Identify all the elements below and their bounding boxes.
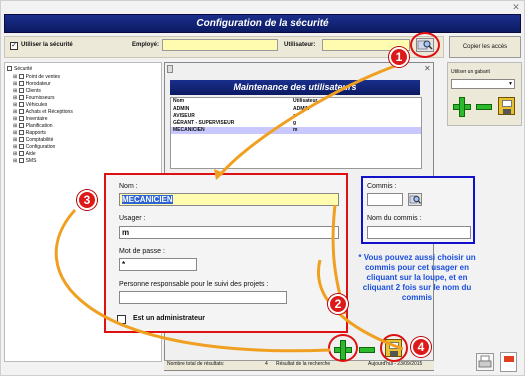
admin-label: Est un administrateur [133, 315, 205, 322]
dialog-close-icon[interactable]: ✕ [424, 64, 431, 73]
remove-template-button[interactable] [476, 104, 492, 110]
magnifier-icon [409, 195, 422, 204]
tree-item[interactable]: ⊞ Horodateur [13, 81, 51, 87]
report-icon[interactable] [500, 352, 517, 372]
annotation-note: * Vous pouvez aussi choisir un commis po… [358, 253, 476, 302]
tree-item[interactable]: ⊞ Inventaire [13, 116, 48, 122]
tree-item[interactable]: ⊞ Configuration [13, 144, 55, 150]
tree-item[interactable]: ⊞ Achats et Réceptions [13, 109, 73, 115]
dialog-app-icon [167, 65, 173, 73]
tree-item[interactable]: ⊞ Aide [13, 151, 36, 157]
tree-item-label: Fournisseurs [25, 95, 55, 101]
table-row-selected[interactable]: MECANICIEN m [171, 127, 421, 134]
tree-item[interactable]: ⊞ SMS [13, 158, 36, 164]
tree-item-label: Comptabilité [25, 137, 54, 143]
floppy-disk-icon [502, 100, 512, 107]
tree-item-label: Horodateur [25, 81, 51, 87]
tree-item[interactable]: ⊞ Point de ventes [13, 74, 60, 80]
commis-label: Commis : [367, 183, 397, 190]
tree-item-label: Planification [25, 123, 53, 129]
employee-label: Employé: [132, 42, 160, 48]
table-row[interactable]: AVISEUR a [171, 113, 421, 120]
step-badge-4: 4 [411, 337, 431, 357]
window-title: Configuration de la sécurité [4, 14, 521, 33]
print-icon[interactable] [476, 353, 494, 371]
tree-item-label: Clients [25, 88, 41, 94]
tree-item[interactable]: ⊞ Fournisseurs [13, 95, 55, 101]
commis-search-button[interactable] [408, 193, 422, 206]
remove-user-button[interactable] [359, 347, 375, 353]
add-template-button[interactable] [453, 97, 471, 117]
cell-nom: ADMIN [173, 106, 190, 112]
commis-field[interactable] [367, 193, 403, 206]
column-header-nom[interactable]: Nom [173, 98, 184, 104]
chevron-down-icon: ▼ [508, 81, 513, 87]
window-close-icon[interactable]: ✕ [509, 1, 523, 13]
template-select[interactable]: ▼ [451, 79, 515, 89]
cell-nom: AVISEUR [173, 113, 195, 119]
usager-field[interactable]: m [119, 226, 339, 239]
tree-item[interactable]: ⊞ Planification [13, 123, 53, 129]
nom-field[interactable]: MECANICIEN [119, 193, 339, 206]
save-template-button[interactable] [498, 97, 515, 115]
step-badge-1: 1 [389, 47, 409, 67]
step-badge-3: 3 [77, 190, 97, 210]
commis-name-label: Nom du commis : [367, 215, 422, 222]
copy-access-button[interactable]: Copier les accès [449, 36, 521, 58]
highlight-ring [380, 334, 408, 362]
use-security-label: Utiliser la sécurité [21, 42, 73, 48]
cell-nom: MECANICIEN [173, 127, 205, 133]
cell-nom: GÉRANT - SUPERVISEUR [173, 120, 235, 126]
users-table: Nom Utilisateur ADMIN ADMIN AVISEUR a GÉRA… [170, 97, 422, 169]
status-total-value: 4 [265, 361, 268, 367]
cell-utilisateur: ADMIN [293, 106, 310, 112]
status-total-label: Nombre total de résultats: [167, 361, 225, 367]
tree-item-label: Rapports [25, 130, 46, 136]
usager-label: Usager : [119, 215, 146, 222]
highlight-ring [410, 32, 440, 58]
password-label: Mot de passe : [119, 248, 165, 255]
dialog-title: Maintenance des utilisateurs [170, 80, 420, 95]
nom-value: MECANICIEN [122, 195, 173, 204]
use-security-checkbox[interactable]: ✓ [10, 42, 18, 50]
responsible-label: Personne responsable pour le suivi des p… [119, 281, 269, 288]
highlight-ring [328, 334, 358, 362]
tree-item-label: SMS [25, 158, 37, 164]
tree-item-label: Inventaire [25, 116, 48, 122]
tree-root-label: Sécurité [14, 66, 33, 72]
admin-checkbox[interactable] [117, 315, 126, 324]
tree-root[interactable]: Sécurité [7, 66, 32, 72]
tree-item-label: Configuration [25, 144, 56, 150]
tree-item[interactable]: ⊞ Rapports [13, 130, 46, 136]
commis-name-field[interactable] [367, 226, 471, 239]
password-field[interactable]: * [119, 258, 197, 271]
table-row[interactable]: ADMIN ADMIN [171, 106, 421, 113]
template-label: Utiliser un gabarit [451, 69, 490, 75]
status-search-label: Résultat de la recherche [276, 361, 331, 367]
tree-item[interactable]: ⊞ Clients [13, 88, 41, 94]
tree-item[interactable]: ⊞ Véhicules [13, 102, 47, 108]
employee-field[interactable] [162, 39, 278, 51]
tree-item-label: Achats et Réceptions [25, 109, 73, 115]
cell-utilisateur: a [293, 113, 296, 119]
nom-label: Nom : [119, 183, 138, 190]
tree-item-label: Véhicules [25, 102, 48, 108]
cell-utilisateur: g [293, 120, 297, 126]
cell-utilisateur: m [293, 127, 298, 133]
column-header-utilisateur[interactable]: Utilisateur [293, 98, 317, 104]
table-row[interactable]: GÉRANT - SUPERVISEUR g [171, 120, 421, 127]
tree-item[interactable]: ⊞ Comptabilité [13, 137, 53, 143]
step-badge-2: 2 [328, 294, 348, 314]
user-label: Utilisateur: [284, 42, 316, 48]
tree-item-label: Point de ventes [25, 74, 61, 80]
tree-item-label: Aide [25, 151, 36, 157]
responsible-field[interactable] [119, 291, 287, 304]
